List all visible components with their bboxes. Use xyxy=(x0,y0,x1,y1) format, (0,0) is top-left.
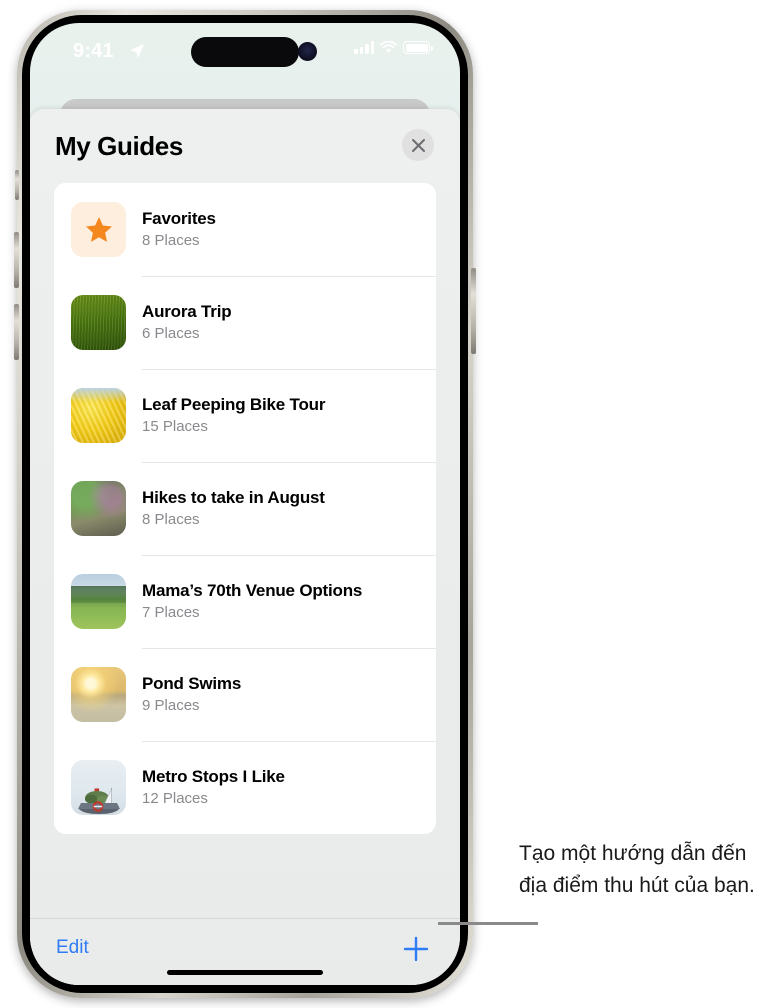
forest-trail-thumbnail xyxy=(71,481,126,536)
list-item-title: Aurora Trip xyxy=(142,302,232,321)
add-guide-button[interactable] xyxy=(400,933,432,965)
power-button[interactable] xyxy=(471,268,476,354)
list-item-title: Mama’s 70th Venue Options xyxy=(142,581,363,600)
sunset-pond-thumbnail xyxy=(71,667,126,722)
list-item-title: Metro Stops I Like xyxy=(142,767,285,786)
list-item-text: Aurora Trip 6 Places xyxy=(142,301,232,344)
list-item-text: Mama’s 70th Venue Options 7 Places xyxy=(142,580,362,623)
list-item-text: Leaf Peeping Bike Tour 15 Places xyxy=(142,394,325,437)
list-item[interactable]: Aurora Trip 6 Places xyxy=(54,276,436,369)
list-item-places: 9 Places xyxy=(142,697,200,714)
home-indicator xyxy=(167,970,323,975)
list-item-title: Hikes to take in August xyxy=(142,488,325,507)
location-arrow-icon xyxy=(130,44,144,58)
wifi-icon xyxy=(380,41,397,53)
list-item[interactable]: Mama’s 70th Venue Options 7 Places xyxy=(54,555,436,648)
list-item[interactable]: Pond Swims 9 Places xyxy=(54,648,436,741)
callout-text: Tạo một hướng dẫn đến địa điểm thu hút c… xyxy=(519,842,755,897)
bottom-toolbar: Edit xyxy=(30,918,460,985)
dynamic-island xyxy=(191,37,299,67)
ferry-boat-thumbnail xyxy=(71,760,126,815)
plus-icon xyxy=(403,936,429,962)
iphone-device-frame: 9:41 My Guides Favorites 8 Places Aurora… xyxy=(14,10,476,998)
list-item-title: Favorites xyxy=(142,209,216,228)
list-item-places: 12 Places xyxy=(142,790,208,807)
list-item-text: Favorites 8 Places xyxy=(142,208,216,251)
front-camera-dot xyxy=(298,42,317,61)
list-item-title: Pond Swims xyxy=(142,674,242,693)
list-item-text: Pond Swims 9 Places xyxy=(142,673,241,716)
sheet-header: My Guides xyxy=(30,109,460,183)
status-bar-indicators xyxy=(354,41,433,54)
list-item-text: Metro Stops I Like 12 Places xyxy=(142,766,285,809)
star-icon xyxy=(85,216,112,242)
close-button[interactable] xyxy=(402,129,434,161)
close-icon xyxy=(411,138,425,152)
cellular-signal-icon xyxy=(354,41,374,54)
my-guides-sheet: My Guides Favorites 8 Places Aurora Trip… xyxy=(30,109,460,985)
list-item-text: Hikes to take in August 8 Places xyxy=(142,487,325,530)
list-item-places: 8 Places xyxy=(142,232,200,249)
list-item[interactable]: Favorites 8 Places xyxy=(54,183,436,276)
edit-button[interactable]: Edit xyxy=(56,937,89,959)
grass-field-thumbnail xyxy=(71,295,126,350)
list-item-places: 7 Places xyxy=(142,604,200,621)
status-bar: 9:41 xyxy=(30,23,460,81)
ferry-boat-icon xyxy=(78,788,120,814)
yellow-foliage-thumbnail xyxy=(71,388,126,443)
star-favorites-thumbnail xyxy=(71,202,126,257)
list-item-title: Leaf Peeping Bike Tour xyxy=(142,395,326,414)
list-item-places: 8 Places xyxy=(142,511,200,528)
silent-switch[interactable] xyxy=(15,170,19,200)
meadow-clearing-thumbnail xyxy=(71,574,126,629)
volume-down-button[interactable] xyxy=(14,304,19,360)
battery-icon xyxy=(403,41,433,54)
list-item[interactable]: Hikes to take in August 8 Places xyxy=(54,462,436,555)
device-screen: 9:41 My Guides Favorites 8 Places Aurora… xyxy=(30,23,460,985)
list-item-places: 15 Places xyxy=(142,418,208,435)
status-bar-time: 9:41 xyxy=(73,40,114,62)
list-item-places: 6 Places xyxy=(142,325,200,342)
volume-up-button[interactable] xyxy=(14,232,19,288)
list-item[interactable]: Leaf Peeping Bike Tour 15 Places xyxy=(54,369,436,462)
list-item[interactable]: Metro Stops I Like 12 Places xyxy=(54,741,436,834)
guides-list: Favorites 8 Places Aurora Trip 6 Places … xyxy=(54,183,436,834)
page-title: My Guides xyxy=(55,131,183,161)
callout-leader-line xyxy=(438,922,538,925)
